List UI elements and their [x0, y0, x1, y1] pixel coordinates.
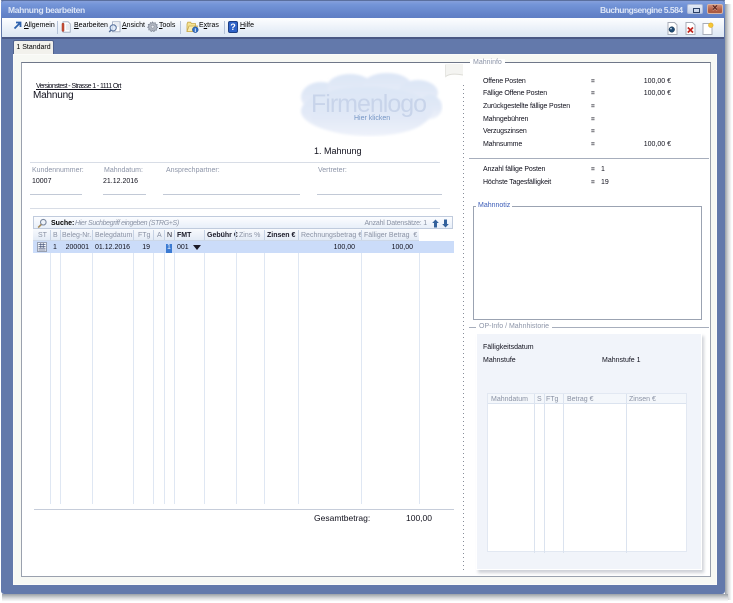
svg-text:?: ?	[230, 22, 236, 32]
